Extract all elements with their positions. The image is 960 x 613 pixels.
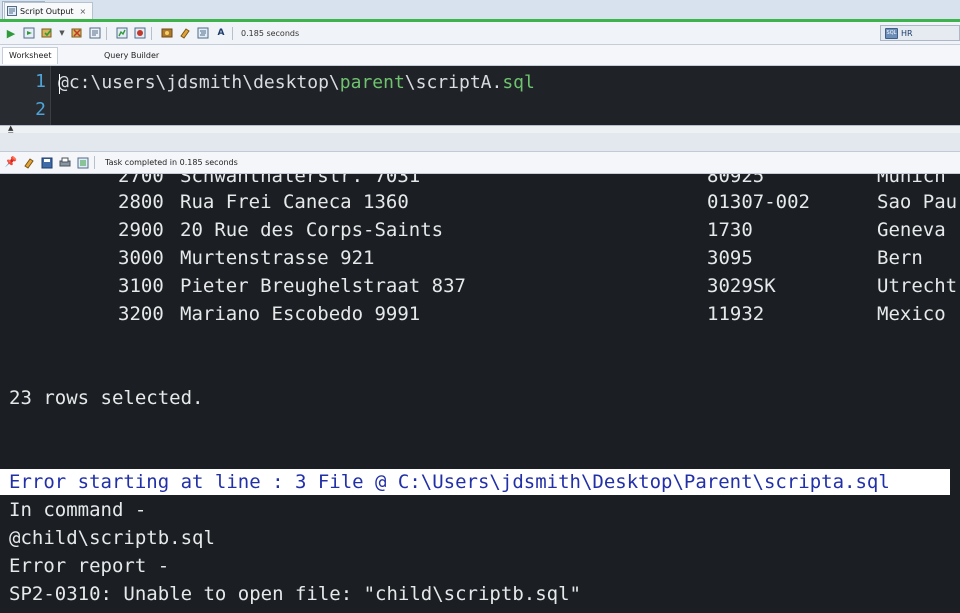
database-icon: SQL xyxy=(885,27,898,39)
connection-tab-bar xyxy=(0,0,960,20)
tab-script-output[interactable]: Script Output × xyxy=(4,2,94,19)
save-icon[interactable] xyxy=(40,156,54,170)
connection-select-value: HR xyxy=(901,28,913,38)
row-street: Mariano Escobedo 9991 xyxy=(180,303,421,325)
row-postal: 11932 xyxy=(707,303,765,325)
row-street: Rua Frei Caneca 1360 xyxy=(180,191,409,213)
worksheet-subtabs: Worksheet Query Builder xyxy=(0,45,960,66)
connection-select[interactable]: SQL HR xyxy=(880,25,960,41)
toolbar-separator xyxy=(94,156,95,169)
sql-tuning-icon[interactable] xyxy=(133,26,147,40)
task-status: Task completed in 0.185 seconds xyxy=(105,158,238,167)
eraser-icon[interactable] xyxy=(22,156,36,170)
code-filename: \scriptA. xyxy=(404,72,503,93)
line-number: 2 xyxy=(35,99,46,120)
line-number: 1 xyxy=(35,71,46,92)
output-toolbar: 📌 Task completed in 0.185 seconds xyxy=(0,152,960,174)
history-icon[interactable] xyxy=(160,26,174,40)
row-id: 2900 xyxy=(118,219,164,241)
failed-command: @child\scriptb.sql xyxy=(9,527,215,549)
error-report-label: Error report - xyxy=(9,555,170,577)
row-postal: 3029SK xyxy=(707,275,776,297)
row-street: Murtenstrasse 921 xyxy=(180,247,375,269)
code-path: @c:\users\jdsmith\desktop\ xyxy=(58,72,340,93)
rollback-icon[interactable] xyxy=(70,26,84,40)
case-icon[interactable]: A xyxy=(214,26,228,40)
tab-query-builder[interactable]: Query Builder xyxy=(98,48,165,64)
row-id: 3000 xyxy=(118,247,164,269)
row-city: Geneva xyxy=(877,219,946,241)
explain-plan-icon[interactable] xyxy=(88,26,102,40)
print-icon[interactable] xyxy=(58,156,72,170)
format-icon[interactable] xyxy=(196,26,210,40)
worksheet-toolbar: ▶ ▼ A 0.185 seconds xyxy=(0,22,960,45)
commit-icon[interactable] xyxy=(40,26,54,40)
play-icon[interactable]: ▶ xyxy=(4,26,18,40)
row-id: 3200 xyxy=(118,303,164,325)
rows-selected-message: 23 rows selected. xyxy=(9,387,204,409)
open-file-icon[interactable] xyxy=(76,156,90,170)
error-start-line: Error starting at line : 3 File @ C:\Use… xyxy=(9,471,890,493)
row-street: Pieter Breughelstraat 837 xyxy=(180,275,466,297)
close-icon[interactable]: × xyxy=(80,7,87,16)
row-city: Sao Pau xyxy=(877,191,958,213)
chevron-down-icon[interactable]: ▼ xyxy=(58,26,66,40)
row-city: Utrecht xyxy=(877,275,958,297)
toolbar-separator xyxy=(106,26,107,40)
autotrace-icon[interactable] xyxy=(115,26,129,40)
row-postal: 01307-002 xyxy=(707,191,810,213)
toolbar-separator xyxy=(151,26,152,40)
pin-icon[interactable]: 📌 xyxy=(4,156,18,170)
code-keyword-parent: parent xyxy=(339,72,405,93)
code-line[interactable]: @c:\users\jdsmith\desktop\parent\scriptA… xyxy=(58,72,535,93)
row-postal: 1730 xyxy=(707,219,753,241)
code-keyword-sql: sql xyxy=(502,72,535,93)
script-output-icon xyxy=(7,6,17,16)
row-postal: 3095 xyxy=(707,247,753,269)
execution-time: 0.185 seconds xyxy=(241,28,300,38)
eraser-icon[interactable] xyxy=(178,26,192,40)
row-id: 3100 xyxy=(118,275,164,297)
text-cursor xyxy=(59,74,60,94)
row-city: Mexico xyxy=(877,303,946,325)
error-message: SP2-0310: Unable to open file: "child\sc… xyxy=(9,583,581,605)
script-run-icon[interactable] xyxy=(22,26,36,40)
toolbar-separator xyxy=(232,26,233,40)
in-command-label: In command - xyxy=(9,499,147,521)
row-city: Bern xyxy=(877,247,923,269)
row-street: 20 Rue des Corps-Saints xyxy=(180,219,444,241)
tab-worksheet[interactable]: Worksheet xyxy=(2,47,59,64)
output-tab-bar xyxy=(0,133,960,152)
script-output-label: Script Output xyxy=(20,6,74,16)
line-number-gutter: 1 2 xyxy=(0,66,51,125)
row-id: 2800 xyxy=(118,191,164,213)
